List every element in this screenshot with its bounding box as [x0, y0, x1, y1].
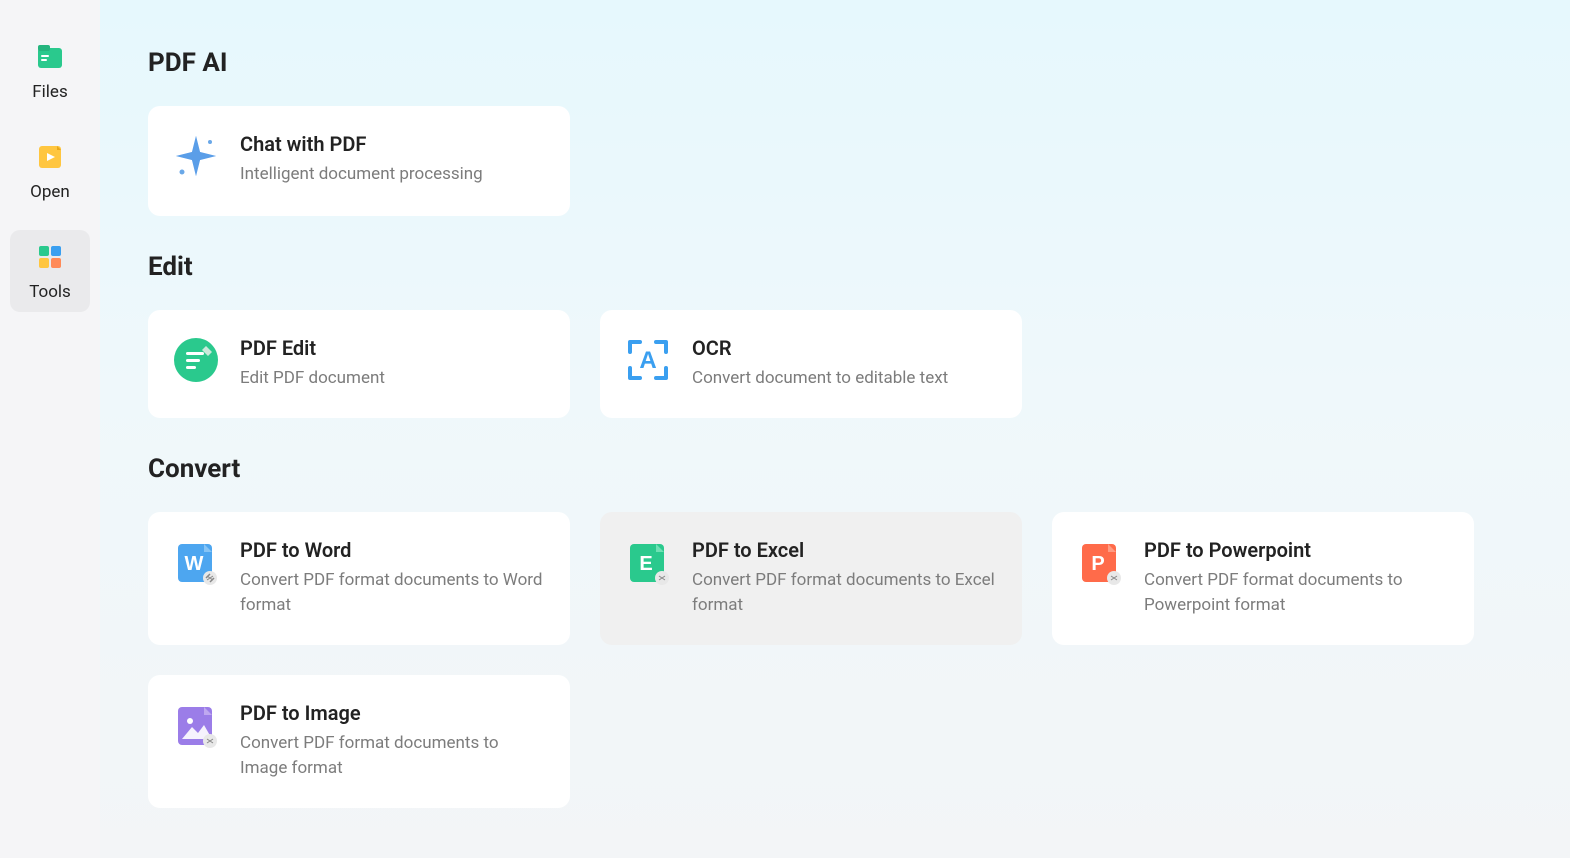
files-icon [33, 40, 67, 74]
svg-text:W: W [185, 553, 204, 575]
pdf-edit-icon [172, 336, 220, 384]
card-title: Chat with PDF [240, 132, 546, 156]
sidebar-item-open[interactable]: Open [10, 130, 90, 212]
section-edit: Edit PDF Edit Edit PDF document [148, 252, 1522, 418]
card-title: PDF to Word [240, 538, 546, 562]
excel-icon: E [624, 538, 672, 586]
section-title-convert: Convert [148, 454, 1522, 484]
sparkle-icon [172, 132, 220, 180]
card-pdf-to-word[interactable]: W PDF to Word Convert PDF format documen… [148, 512, 570, 645]
svg-text:A: A [639, 347, 656, 374]
card-desc: Convert PDF format documents to Excel fo… [692, 568, 998, 619]
card-pdf-to-excel[interactable]: E PDF to Excel Convert PDF format docume… [600, 512, 1022, 645]
sidebar-item-files[interactable]: Files [10, 30, 90, 112]
card-desc: Convert PDF format documents to Word for… [240, 568, 546, 619]
sidebar: Files Open Tools [0, 0, 100, 858]
card-desc: Intelligent document processing [240, 162, 546, 188]
card-chat-with-pdf[interactable]: Chat with PDF Intelligent document proce… [148, 106, 570, 216]
powerpoint-icon: P [1076, 538, 1124, 586]
card-pdf-edit[interactable]: PDF Edit Edit PDF document [148, 310, 570, 418]
card-ocr[interactable]: A OCR Convert document to editable text [600, 310, 1022, 418]
card-desc: Convert PDF format documents to Image fo… [240, 731, 546, 782]
card-pdf-to-image[interactable]: PDF to Image Convert PDF format document… [148, 675, 570, 808]
section-title-pdf-ai: PDF AI [148, 48, 1522, 78]
card-title: PDF to Image [240, 701, 546, 725]
main-content: PDF AI [100, 0, 1570, 858]
svg-text:P: P [1091, 553, 1104, 575]
card-title: OCR [692, 336, 998, 360]
sidebar-label-tools: Tools [29, 282, 71, 302]
card-desc: Convert PDF format documents to Powerpoi… [1144, 568, 1450, 619]
section-pdf-ai: PDF AI [148, 48, 1522, 216]
card-title: PDF to Powerpoint [1144, 538, 1450, 562]
image-icon [172, 701, 220, 749]
card-pdf-to-powerpoint[interactable]: P PDF to Powerpoint Convert PDF format d… [1052, 512, 1474, 645]
sidebar-label-open: Open [30, 182, 70, 202]
sidebar-label-files: Files [32, 82, 67, 102]
open-icon [33, 140, 67, 174]
svg-text:E: E [639, 553, 652, 575]
section-convert: Convert W PDF to Word Convert PDF format [148, 454, 1522, 808]
ocr-icon: A [624, 336, 672, 384]
section-title-edit: Edit [148, 252, 1522, 282]
card-title: PDF Edit [240, 336, 546, 360]
sidebar-item-tools[interactable]: Tools [10, 230, 90, 312]
card-title: PDF to Excel [692, 538, 998, 562]
card-desc: Edit PDF document [240, 366, 546, 392]
word-icon: W [172, 538, 220, 586]
card-desc: Convert document to editable text [692, 366, 998, 392]
tools-icon [33, 240, 67, 274]
